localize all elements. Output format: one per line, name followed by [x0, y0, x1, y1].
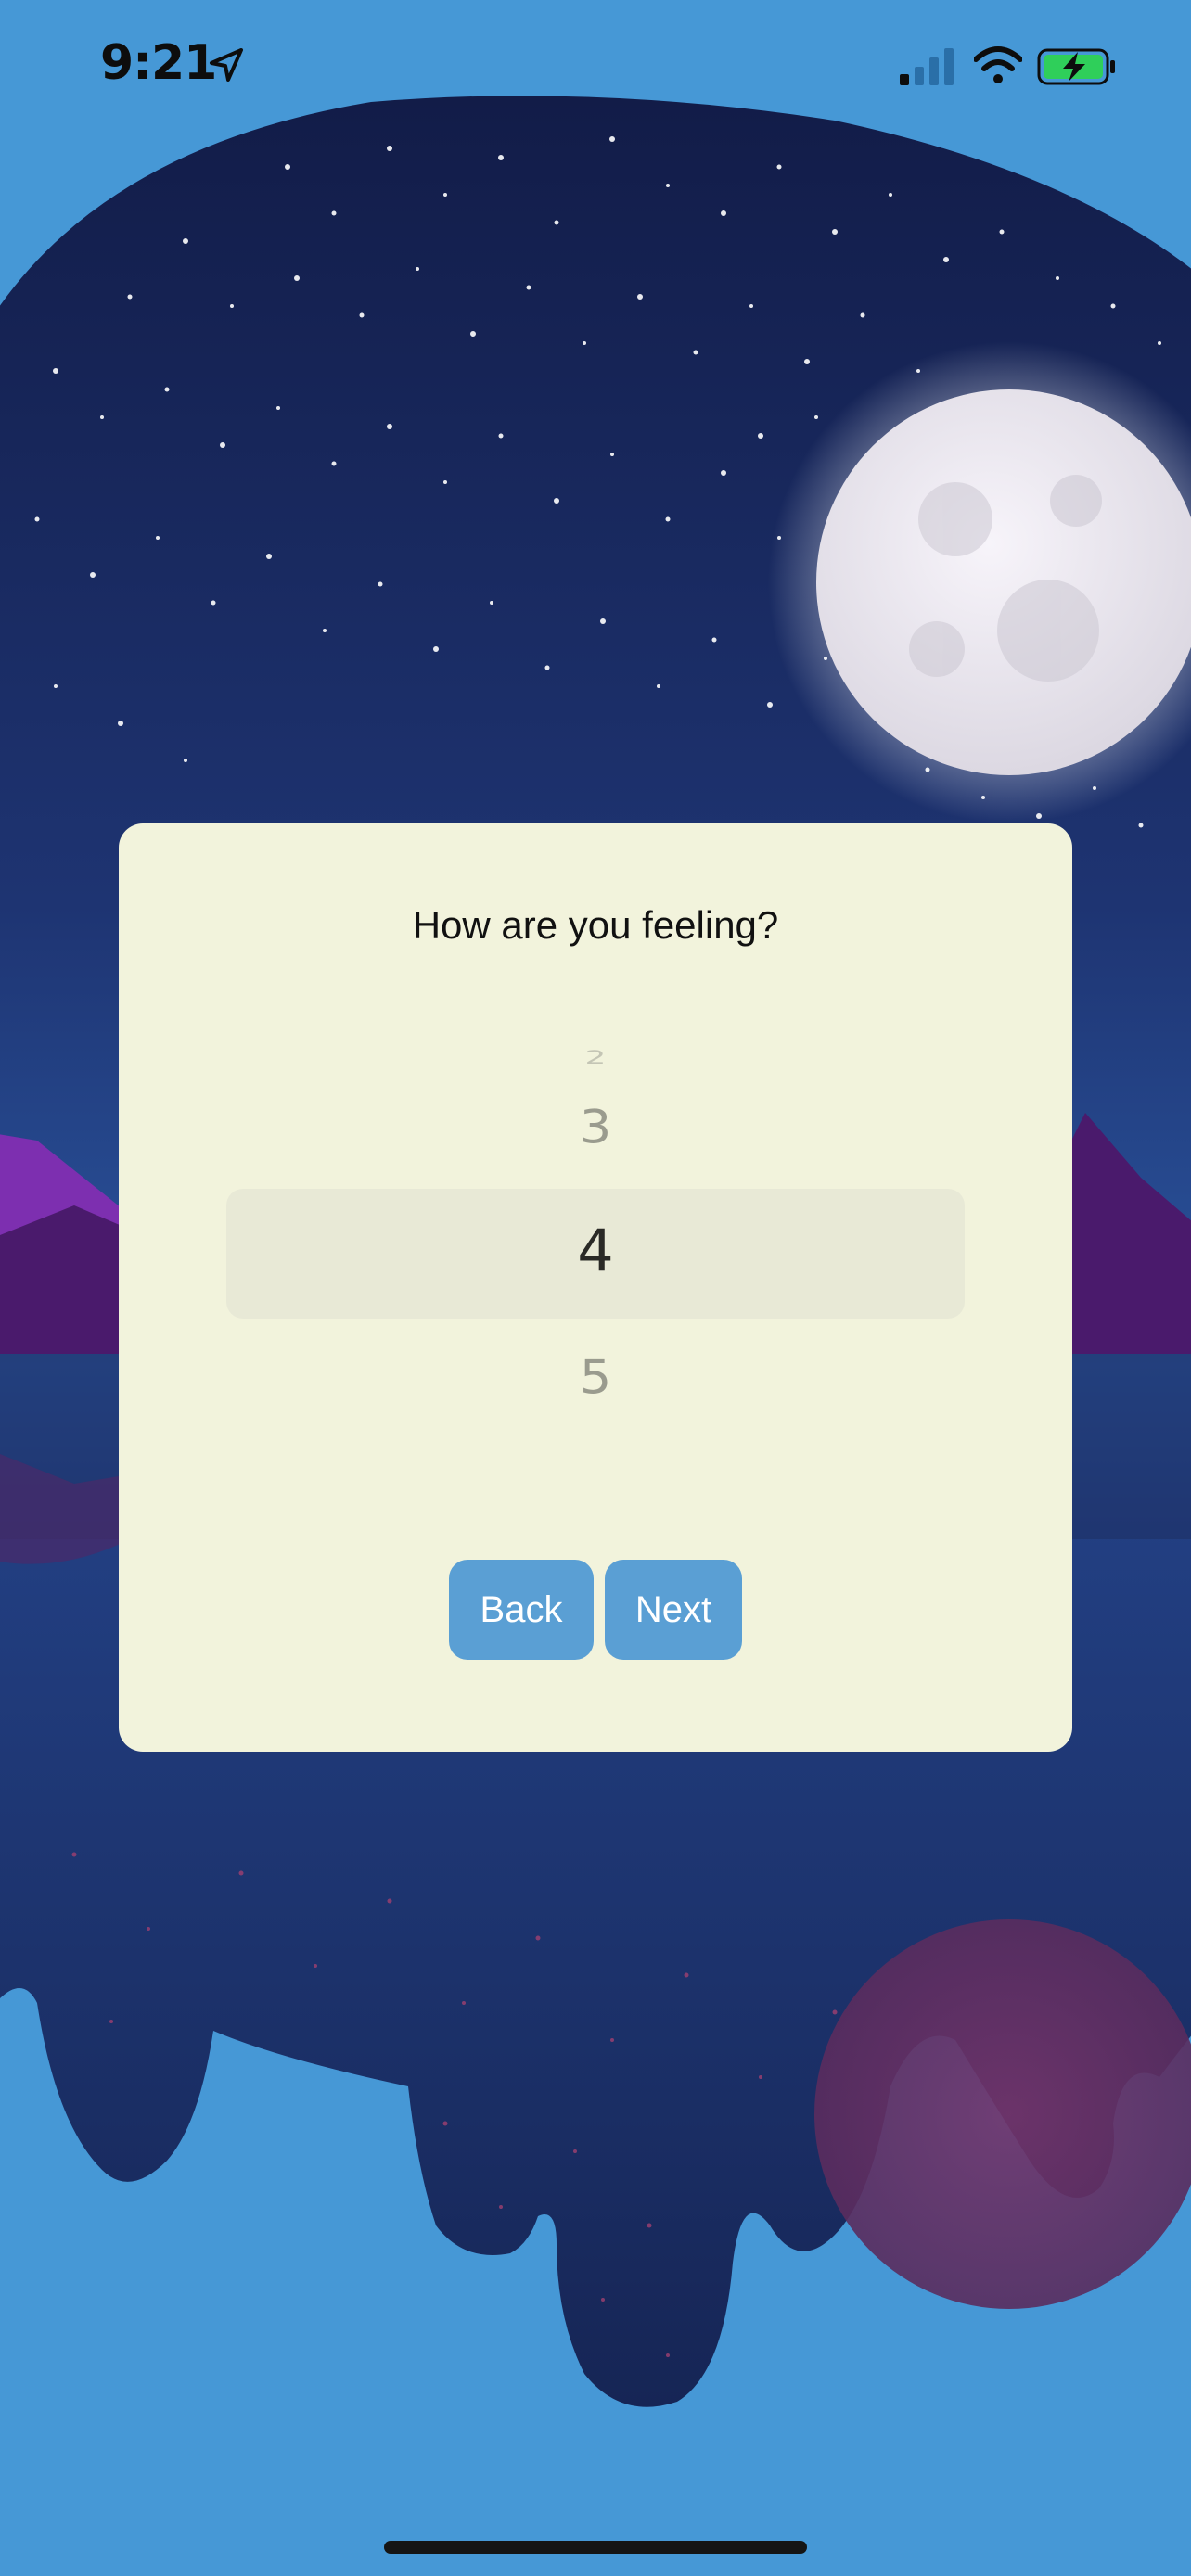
mood-picker[interactable]: 2 3 4 5 — [226, 823, 965, 1528]
picker-option-3[interactable]: 3 — [226, 1101, 965, 1154]
picker-option-2[interactable]: 2 — [226, 1047, 965, 1068]
picker-option-5[interactable]: 5 — [226, 1351, 965, 1405]
picker-option-selected[interactable]: 4 — [226, 1217, 965, 1284]
status-time: 9:21 — [100, 35, 217, 91]
home-indicator[interactable] — [384, 2541, 807, 2554]
back-button[interactable]: Back — [449, 1560, 594, 1660]
status-bar: 9:21 — [0, 0, 1191, 130]
location-arrow-icon — [210, 48, 243, 82]
moon-icon — [816, 389, 1191, 775]
wifi-icon — [974, 46, 1022, 83]
cellular-signal-icon — [900, 48, 954, 85]
next-button[interactable]: Next — [605, 1560, 742, 1660]
battery-charging-icon — [1037, 48, 1115, 85]
mood-dialog-card: How are you feeling? 2 3 4 5 Back Next — [119, 823, 1072, 1752]
moon-reflection — [814, 1919, 1191, 2309]
